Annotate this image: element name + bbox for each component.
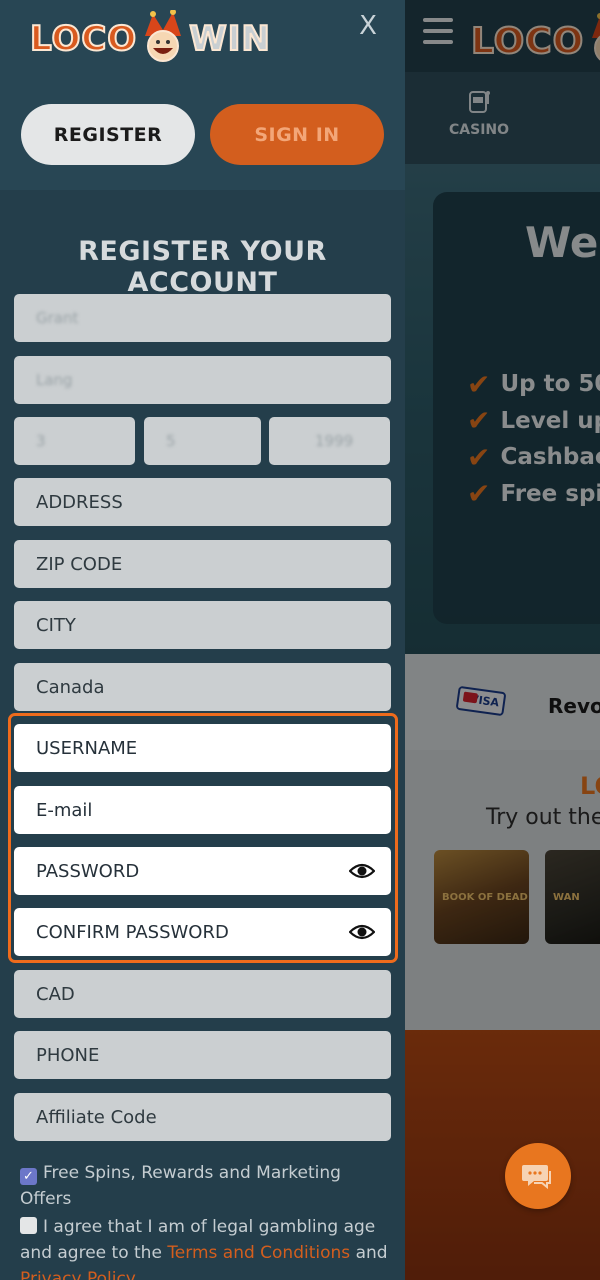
affiliate-code-field[interactable]: Affiliate Code xyxy=(14,1093,391,1141)
game-title: BOOK OF DEAD xyxy=(442,892,528,903)
hero-title: Wel xyxy=(525,218,600,267)
checkmark-icon: ✔ xyxy=(467,404,491,438)
eye-icon[interactable] xyxy=(349,922,375,942)
game-title: WAN xyxy=(553,892,580,903)
jester-logo-icon xyxy=(145,10,182,62)
register-button[interactable]: REGISTER xyxy=(21,104,195,165)
age-checkbox[interactable] xyxy=(20,1217,37,1234)
privacy-link[interactable]: Privacy Policy xyxy=(20,1269,136,1280)
hamburger-icon[interactable] xyxy=(423,18,453,44)
consent-checkboxes: ✓ Free Spins, Rewards and Marketing Offer… xyxy=(20,1160,390,1280)
marketing-checkbox[interactable]: ✓ xyxy=(20,1168,37,1185)
hero-bullets: ✔ Up to 50 ✔ Level up ✔ Cashbac ✔ Free spi xyxy=(467,366,600,512)
drawer-header: LOCO WIN X REGISTER SIGN IN xyxy=(0,0,405,190)
password-field[interactable]: PASSWORD xyxy=(14,847,391,895)
sign-in-button[interactable]: SIGN IN xyxy=(210,104,384,165)
city-field[interactable]: CITY xyxy=(14,601,391,649)
age-consent: I agree that I am of legal gambling age … xyxy=(20,1214,390,1280)
list-item: ✔ Cashbac xyxy=(467,440,600,474)
logo-text-right: WIN xyxy=(188,18,271,60)
checkmark-icon: ✔ xyxy=(467,440,491,474)
revolut-logo: Revol xyxy=(548,694,600,718)
checkmark-icon: ✔ xyxy=(467,367,491,401)
birth-month-field[interactable]: 5 xyxy=(144,417,261,465)
phone-field[interactable]: PHONE xyxy=(14,1031,391,1079)
logo-text: LOCO xyxy=(470,20,585,63)
list-item: ✔ Level up xyxy=(467,404,600,438)
eye-icon[interactable] xyxy=(349,861,375,881)
site-header: LOCO xyxy=(405,0,600,72)
username-field[interactable]: USERNAME xyxy=(14,724,391,772)
password-placeholder: PASSWORD xyxy=(36,860,140,882)
chat-icon xyxy=(522,1165,551,1190)
jester-logo-icon xyxy=(592,13,600,61)
game-thumb[interactable]: WAN xyxy=(545,850,600,944)
form-title: REGISTER YOUR ACCOUNT xyxy=(78,236,327,298)
payments-strip: VISA Revol xyxy=(405,654,600,750)
marketing-consent: ✓ Free Spins, Rewards and Marketing Offer… xyxy=(20,1163,341,1209)
birth-day-field[interactable]: 3 xyxy=(14,417,135,465)
currency-select[interactable]: CAD xyxy=(14,970,391,1018)
visa-logo: VISA xyxy=(455,685,507,717)
tab-casino-label: CASINO xyxy=(449,122,510,138)
background-site: LOCO CASINO VISA Revol BOOK OF DEAD WAN xyxy=(405,0,600,1280)
site-footer-banner xyxy=(405,1030,600,1280)
birth-year-field[interactable]: 1999 xyxy=(269,417,390,465)
list-item: ✔ Up to 50 xyxy=(467,367,600,401)
games-title: LO xyxy=(580,772,600,800)
email-field[interactable]: E-mail xyxy=(14,786,391,834)
chat-button[interactable] xyxy=(505,1143,571,1209)
address-field[interactable]: ADDRESS xyxy=(14,478,391,526)
country-select[interactable]: Canada xyxy=(14,663,391,711)
games-section: BOOK OF DEAD WAN xyxy=(405,750,600,1030)
close-icon[interactable]: X xyxy=(352,10,384,42)
drawer-logo[interactable]: LOCO WIN xyxy=(29,10,271,68)
list-item: ✔ Free spi xyxy=(467,477,600,511)
game-thumb[interactable]: BOOK OF DEAD xyxy=(434,850,529,944)
slot-machine-icon xyxy=(469,91,490,113)
terms-link[interactable]: Terms and Conditions xyxy=(167,1243,350,1263)
site-logo[interactable]: LOCO xyxy=(470,12,600,70)
tab-casino[interactable]: CASINO xyxy=(449,88,509,138)
games-subtitle: Try out the xyxy=(486,805,600,830)
first-name-field[interactable]: Grant xyxy=(14,294,391,342)
last-name-field[interactable]: Lang xyxy=(14,356,391,404)
confirm-password-field[interactable]: CONFIRM PASSWORD xyxy=(14,908,391,956)
confirm-password-placeholder: CONFIRM PASSWORD xyxy=(36,921,229,943)
zip-code-field[interactable]: ZIP CODE xyxy=(14,540,391,588)
checkmark-icon: ✔ xyxy=(467,477,491,511)
logo-text-left: LOCO xyxy=(29,18,138,60)
register-drawer: LOCO WIN X REGISTER SIGN IN REGISTER YOU… xyxy=(0,0,405,1280)
